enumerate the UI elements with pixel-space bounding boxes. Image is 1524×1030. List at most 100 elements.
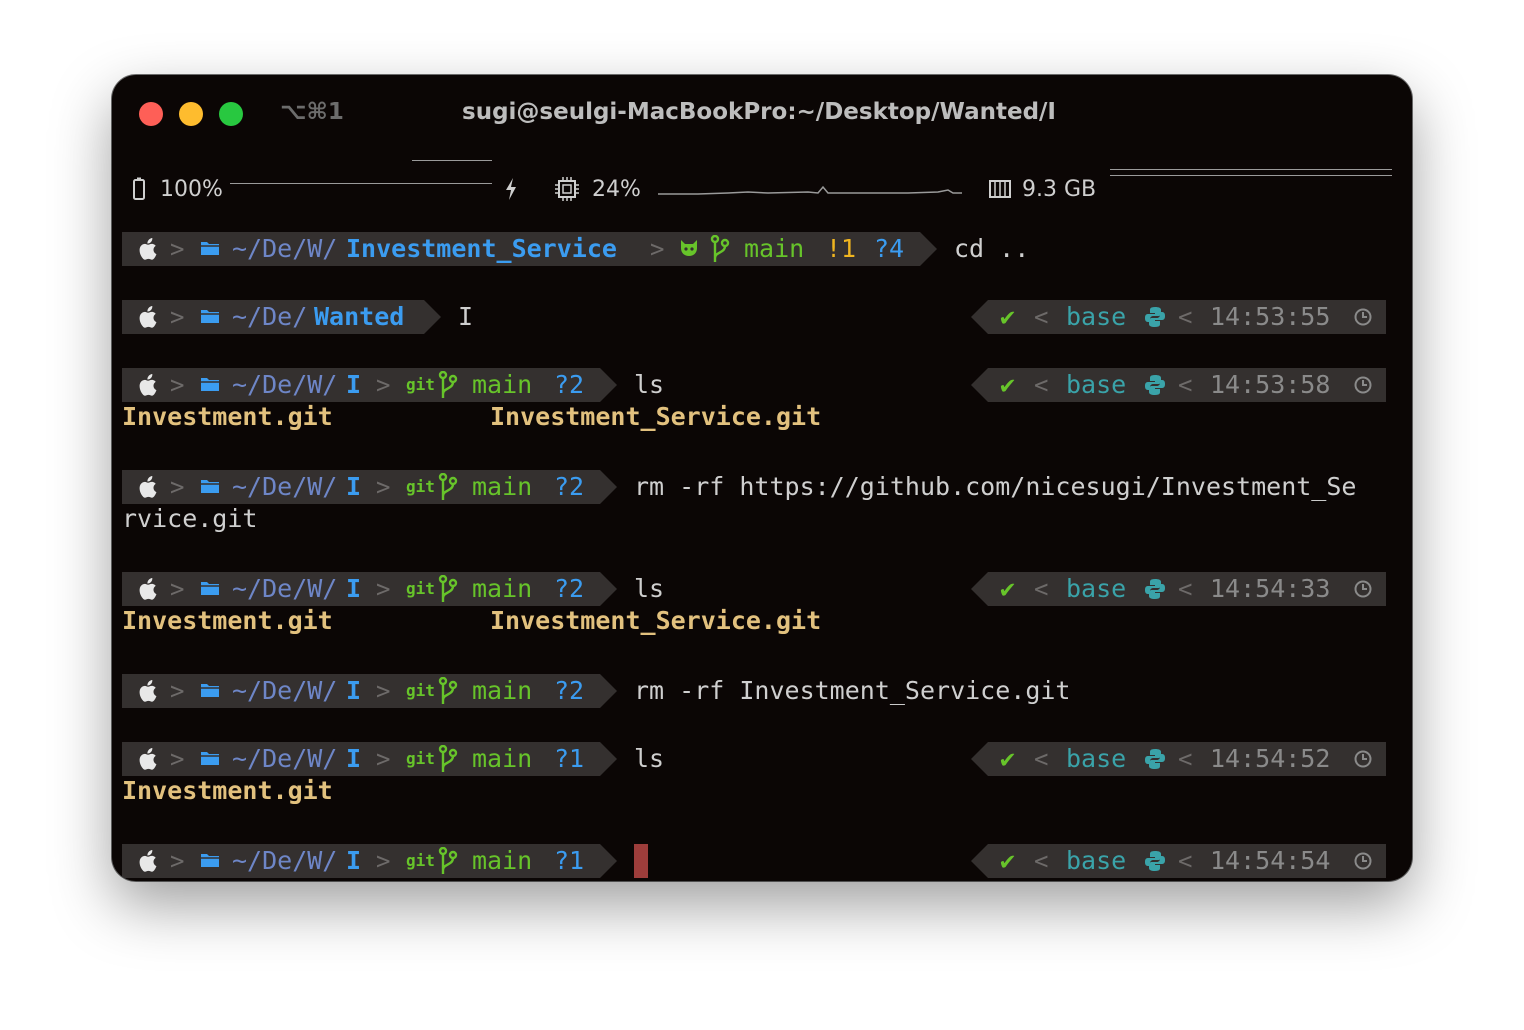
git-icon: git [406,477,435,496]
command: rm -rf Investment_Service.git [634,676,1071,705]
cwd-dir: I [346,676,362,705]
python-icon [1144,578,1166,612]
apple-icon [136,237,158,271]
clock-icon [1354,852,1372,881]
cwd-prefix: ~/De/W/ [232,370,338,399]
cwd-prefix: ~/De/W/ [232,676,338,705]
apple-icon [136,679,158,713]
cwd-dir: I [346,744,362,773]
cwd-prefix: ~/De/ [232,302,308,331]
cwd-dir: I [346,846,362,875]
folder-icon [200,307,220,341]
python-icon [1144,306,1166,340]
cwd-dir: Investment_Service [346,234,617,263]
prompt-time: 14:53:58 [1210,370,1331,399]
window-title: sugi@seulgi-MacBookPro:~/Desktop/Wanted/… [462,99,1056,125]
memory-icon [988,179,1012,199]
git-branch-icon [710,235,730,269]
check-icon: ✔ [1000,302,1016,331]
terminal-window: ⌥⌘1 sugi@seulgi-MacBookPro:~/Desktop/Wan… [112,75,1412,881]
clock-icon [1354,750,1372,784]
ls-output-2-item-1: Investment.git [122,606,333,635]
prompt-time: 14:54:33 [1210,574,1331,603]
git-branch-icon [438,847,458,881]
git-branch: main [472,472,533,501]
cpu-icon [554,176,580,202]
check-icon: ✔ [1000,574,1016,603]
command: I [458,302,474,331]
git-branch-icon [438,371,458,405]
battery-graph [230,183,492,184]
check-icon: ✔ [1000,370,1016,399]
git-untracked: ?2 [554,370,585,399]
cwd-dir: I [346,574,362,603]
git-branch-icon [438,677,458,711]
cwd-prefix: ~/De/W/ [232,234,338,263]
git-untracked: ?2 [554,676,585,705]
minimize-button[interactable] [179,102,203,126]
cwd-dir: Wanted [314,302,405,331]
python-icon [1144,374,1166,408]
battery-label: 100% [160,176,223,202]
conda-env: base [1066,846,1127,875]
apple-icon [136,305,158,339]
command: ls [634,574,665,603]
cwd-prefix: ~/De/W/ [232,472,338,501]
clock-icon [1354,308,1372,342]
git-branch-icon [438,745,458,779]
memory-graph-baseline [1110,175,1392,176]
conda-env: base [1066,370,1127,399]
cwd-prefix: ~/De/W/ [232,744,338,773]
command: ls [634,370,665,399]
text-cursor[interactable] [634,844,648,878]
prompt-time: 14:54:54 [1210,846,1331,875]
check-icon: ✔ [1000,744,1016,773]
command: ls [634,744,665,773]
battery-graph-top [412,160,492,161]
github-icon [678,238,700,272]
cwd-prefix: ~/De/W/ [232,574,338,603]
conda-env: base [1066,744,1127,773]
folder-icon [200,239,220,273]
close-button[interactable] [139,102,163,126]
git-modified: !1 [826,234,857,263]
status-bar: 100% 24% 9.3 GB [112,159,1412,219]
git-icon: git [406,681,435,700]
ls-output-3-item-1: Investment.git [122,776,333,805]
command: cd .. [954,234,1030,263]
git-icon: git [406,579,435,598]
cwd-dir: I [346,472,362,501]
conda-env: base [1066,302,1127,331]
git-icon: git [406,749,435,768]
git-icon: git [406,375,435,394]
git-untracked: ?1 [554,744,585,773]
ls-output-2-item-2: Investment_Service.git [490,606,822,635]
battery-icon [132,177,146,201]
memory-graph [1110,169,1392,170]
git-untracked: ?2 [554,574,585,603]
cwd-prefix: ~/De/W/ [232,846,338,875]
zoom-button[interactable] [219,102,243,126]
git-branch: main [472,744,533,773]
cpu-indicator: 24% [554,159,641,219]
tab-shortcut: ⌥⌘1 [280,99,344,125]
title-bar: ⌥⌘1 sugi@seulgi-MacBookPro:~/Desktop/Wan… [112,75,1412,155]
check-icon: ✔ [1000,846,1016,875]
git-branch: main [472,574,533,603]
git-branch: main [472,676,533,705]
git-untracked: ?2 [554,472,585,501]
git-branch: main [472,846,533,875]
clock-icon [1354,580,1372,614]
folder-icon [200,851,220,881]
memory-label: 9.3 GB [1022,176,1097,202]
git-icon: git [406,851,435,870]
python-icon [1144,748,1166,782]
folder-icon [200,681,220,715]
command: rm -rf https://github.com/nicesugi/Inves… [634,472,1357,501]
ls-output-1-item-1: Investment.git [122,402,333,431]
memory-indicator: 9.3 GB [988,159,1096,219]
terminal-output[interactable]: > ~/De/W/ Investment_Service > main !1 ?… [122,215,1402,878]
ls-output-1-item-2: Investment_Service.git [490,402,822,431]
git-branch-icon [438,473,458,507]
git-untracked: ?4 [874,234,905,263]
